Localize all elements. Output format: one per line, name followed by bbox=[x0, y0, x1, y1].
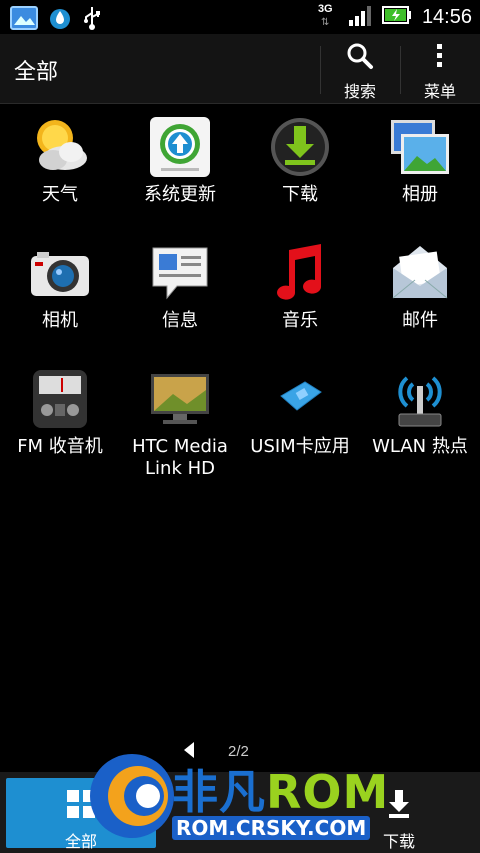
usb-icon bbox=[82, 5, 102, 35]
data-arrows-icon: ⇅ bbox=[320, 17, 330, 28]
action-bar: 全部 搜索 菜单 bbox=[0, 34, 480, 104]
clock: 14:56 bbox=[421, 5, 472, 28]
crsky-logo-icon bbox=[90, 754, 174, 838]
mail-icon bbox=[387, 240, 453, 306]
overflow-menu-icon bbox=[426, 44, 454, 74]
menu-label: 菜单 bbox=[423, 82, 456, 101]
app-label: 相机 bbox=[42, 310, 78, 331]
music-icon bbox=[267, 240, 333, 306]
app-label: WLAN 热点 bbox=[372, 436, 468, 457]
app-label: 信息 bbox=[162, 310, 198, 331]
fm-radio-icon bbox=[27, 366, 93, 432]
app-download[interactable]: 下载 bbox=[240, 108, 360, 234]
signal-icon bbox=[348, 4, 372, 30]
watermark-url: ROM.CRSKY.COM bbox=[172, 816, 371, 840]
app-mail[interactable]: 邮件 bbox=[360, 234, 480, 360]
battery-charging-icon bbox=[381, 6, 412, 28]
status-bar: 3G ⇅ 14:56 bbox=[0, 0, 480, 34]
search-button[interactable]: 搜索 bbox=[320, 42, 400, 101]
media-link-icon bbox=[147, 366, 213, 432]
app-system-update[interactable]: 系统更新 bbox=[120, 108, 240, 234]
app-usim[interactable]: USIM卡应用 bbox=[240, 360, 360, 486]
app-wlan-hotspot[interactable]: WLAN 热点 bbox=[360, 360, 480, 486]
app-label: FM 收音机 bbox=[17, 436, 103, 457]
menu-button[interactable]: 菜单 bbox=[400, 42, 480, 101]
system-update-icon bbox=[147, 114, 213, 180]
page-title[interactable]: 全部 bbox=[14, 54, 58, 86]
app-label: HTC Media Link HD bbox=[132, 436, 228, 479]
search-icon bbox=[346, 43, 374, 74]
messages-icon bbox=[147, 240, 213, 306]
network-indicator: 3G ⇅ bbox=[318, 3, 338, 31]
watermark-brand: 非凡ROM bbox=[172, 765, 390, 819]
search-label: 搜索 bbox=[343, 82, 376, 101]
app-label: 邮件 bbox=[402, 310, 438, 331]
weather-icon bbox=[27, 114, 93, 180]
app-gallery[interactable]: 相册 bbox=[360, 108, 480, 234]
app-media-link[interactable]: HTC Media Link HD bbox=[120, 360, 240, 486]
app-camera[interactable]: 相机 bbox=[0, 234, 120, 360]
gallery-icon bbox=[387, 114, 453, 180]
app-label: 相册 bbox=[402, 184, 438, 205]
app-messages[interactable]: 信息 bbox=[120, 234, 240, 360]
app-weather[interactable]: 天气 bbox=[0, 108, 120, 234]
sim-card-icon bbox=[267, 366, 333, 432]
app-fm-radio[interactable]: FM 收音机 bbox=[0, 360, 120, 486]
app-music[interactable]: 音乐 bbox=[240, 234, 360, 360]
gallery-notification-icon bbox=[10, 6, 38, 34]
drop-notification-icon bbox=[48, 6, 72, 34]
app-label: 系统更新 bbox=[144, 184, 216, 205]
app-label: USIM卡应用 bbox=[250, 436, 350, 457]
app-label: 音乐 bbox=[282, 310, 318, 331]
watermark-logo: 非凡ROM ROM.CRSKY.COM bbox=[86, 738, 416, 853]
network-type: 3G bbox=[317, 3, 333, 15]
download-icon bbox=[267, 114, 333, 180]
camera-icon bbox=[27, 240, 93, 306]
wlan-hotspot-icon bbox=[387, 366, 453, 432]
app-label: 下载 bbox=[282, 184, 318, 205]
app-label: 天气 bbox=[42, 184, 78, 205]
app-grid: 天气 系统更新 下载 相册 相机 信息 音乐 邮件 FM 收音机 HTC Med… bbox=[0, 108, 480, 486]
